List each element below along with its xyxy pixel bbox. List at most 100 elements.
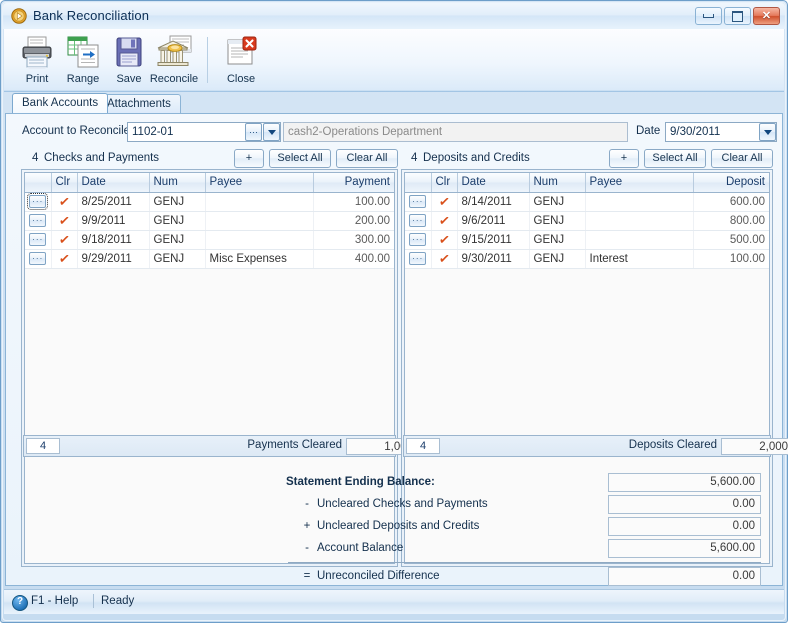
row-menu-cell[interactable]: ···	[405, 211, 432, 231]
deposits-footer-label: Deposits Cleared	[628, 439, 717, 451]
deposits-col-num[interactable]: Num	[529, 173, 586, 193]
account-dropdown-button[interactable]	[263, 123, 280, 141]
check-icon: ✓	[437, 230, 451, 248]
row-num: GENJ	[529, 249, 586, 269]
deposits-col-date[interactable]: Date	[457, 173, 530, 193]
row-menu-button[interactable]: ···	[29, 214, 47, 227]
row-date: 9/15/2011	[457, 230, 530, 250]
close-document-icon	[223, 35, 259, 69]
checks-col-num[interactable]: Num	[149, 173, 206, 193]
checks-select-all-button[interactable]: Select All	[269, 149, 331, 168]
deposits-add-button[interactable]: +	[609, 149, 639, 168]
window-controls: ✕	[695, 7, 780, 25]
row-amount: 800.00	[693, 211, 769, 231]
row-cleared-cell[interactable]: ✓	[431, 230, 458, 250]
close-toolbar-button[interactable]: Close	[212, 33, 270, 87]
row-num: GENJ	[529, 230, 586, 250]
row-menu-cell[interactable]: ···	[25, 230, 52, 250]
check-icon: ✓	[437, 249, 451, 267]
row-date: 8/14/2011	[457, 192, 530, 212]
row-menu-cell[interactable]: ···	[405, 192, 432, 212]
row-payee	[205, 192, 314, 212]
table-row[interactable]: ··· ✓ 9/30/2011 GENJ Interest 100.00	[405, 249, 769, 269]
row-cleared-cell[interactable]: ✓	[51, 230, 78, 250]
row-payee	[205, 230, 314, 250]
deposits-footer-count: 4	[406, 438, 440, 454]
close-button[interactable]: ✕	[753, 7, 780, 25]
row-num: GENJ	[149, 249, 206, 269]
row-num: GENJ	[529, 211, 586, 231]
status-bar: ? F1 - Help Ready	[4, 589, 784, 614]
row-cleared-cell[interactable]: ✓	[51, 249, 78, 269]
row-payee: Misc Expenses	[205, 249, 314, 269]
range-grid-icon	[65, 35, 101, 69]
table-row[interactable]: ··· ✓ 9/6/2011 GENJ 800.00	[405, 211, 769, 231]
checks-totals-bar: 4 Payments Cleared 1,000.00	[23, 435, 434, 457]
uncleared-deposits-value: 0.00	[608, 517, 761, 536]
table-row[interactable]: ··· ✓ 8/25/2011 GENJ 100.00	[25, 192, 394, 212]
uncleared-checks-value: 0.00	[608, 495, 761, 514]
row-menu-button[interactable]: ···	[409, 195, 427, 208]
row-cleared-cell[interactable]: ✓	[431, 249, 458, 269]
maximize-button[interactable]	[724, 7, 751, 25]
row-menu-cell[interactable]: ···	[25, 192, 52, 212]
checks-col-clr[interactable]: Clr	[51, 173, 78, 193]
row-menu-cell[interactable]: ···	[405, 249, 432, 269]
minimize-button[interactable]	[695, 7, 722, 25]
row-cleared-cell[interactable]: ✓	[51, 192, 78, 212]
row-cleared-cell[interactable]: ✓	[431, 192, 458, 212]
deposits-col-select[interactable]	[405, 173, 432, 193]
table-row[interactable]: ··· ✓ 9/18/2011 GENJ 300.00	[25, 230, 394, 250]
account-to-reconcile-label: Account to Reconcile	[22, 125, 131, 137]
row-cleared-cell[interactable]: ✓	[431, 211, 458, 231]
deposits-select-all-button[interactable]: Select All	[644, 149, 706, 168]
row-cleared-cell[interactable]: ✓	[51, 211, 78, 231]
checks-clear-all-button[interactable]: Clear All	[336, 149, 398, 168]
row-menu-button[interactable]: ···	[409, 252, 427, 265]
row-date: 9/9/2011	[77, 211, 150, 231]
row-menu-cell[interactable]: ···	[25, 249, 52, 269]
deposits-col-deposit[interactable]: Deposit	[693, 173, 769, 193]
toolbar-separator	[207, 37, 208, 83]
help-label[interactable]: F1 - Help	[31, 595, 78, 607]
row-menu-cell[interactable]: ···	[25, 211, 52, 231]
checks-col-select[interactable]	[25, 173, 52, 193]
deposits-clear-all-button[interactable]: Clear All	[711, 149, 773, 168]
deposits-count: 4	[411, 152, 418, 164]
deposits-totals-bar: 4 Deposits Cleared 2,000.00	[403, 435, 788, 457]
table-row[interactable]: ··· ✓ 9/15/2011 GENJ 500.00	[405, 230, 769, 250]
account-combo[interactable]: 1102-01 ···	[127, 122, 281, 142]
account-lookup-button[interactable]: ···	[245, 123, 262, 141]
row-menu-button[interactable]: ···	[409, 214, 427, 227]
reconcile-button[interactable]: Reconcile	[142, 33, 206, 87]
row-menu-button[interactable]: ···	[27, 193, 49, 210]
checks-add-button[interactable]: +	[234, 149, 264, 168]
row-menu-button[interactable]: ···	[29, 233, 47, 246]
tab-attachments[interactable]: Attachments	[97, 94, 181, 113]
table-row[interactable]: ··· ✓ 9/9/2011 GENJ 200.00	[25, 211, 394, 231]
checks-col-payee[interactable]: Payee	[205, 173, 314, 193]
row-menu-button[interactable]: ···	[409, 233, 427, 246]
row-amount: 600.00	[693, 192, 769, 212]
date-dropdown-button[interactable]	[759, 123, 776, 141]
table-row[interactable]: ··· ✓ 9/29/2011 GENJ Misc Expenses 400.0…	[25, 249, 394, 269]
tab-bank-accounts[interactable]: Bank Accounts	[12, 93, 109, 113]
summary-label-4: Unreconciled Difference	[317, 570, 440, 582]
date-combo[interactable]: 9/30/2011	[665, 122, 777, 142]
status-separator	[93, 594, 94, 608]
check-icon: ✓	[57, 192, 71, 210]
row-amount: 400.00	[313, 249, 394, 269]
summary-op-2: +	[303, 520, 311, 532]
statement-ending-balance-value[interactable]: 5,600.00	[608, 473, 761, 492]
checks-table: Clr Date Num Payee Payment ··· ✓ 8/25/20…	[25, 173, 394, 269]
checks-col-date[interactable]: Date	[77, 173, 150, 193]
table-row[interactable]: ··· ✓ 8/14/2011 GENJ 600.00	[405, 192, 769, 212]
checks-footer-count: 4	[26, 438, 60, 454]
bank-accounts-panel: Account to Reconcile 1102-01 ··· cash2-O…	[5, 113, 788, 586]
row-menu-button[interactable]: ···	[29, 252, 47, 265]
row-menu-cell[interactable]: ···	[405, 230, 432, 250]
deposits-col-payee[interactable]: Payee	[585, 173, 694, 193]
deposits-col-clr[interactable]: Clr	[431, 173, 458, 193]
checks-col-payment[interactable]: Payment	[313, 173, 394, 193]
question-mark-icon[interactable]: ?	[12, 595, 28, 611]
